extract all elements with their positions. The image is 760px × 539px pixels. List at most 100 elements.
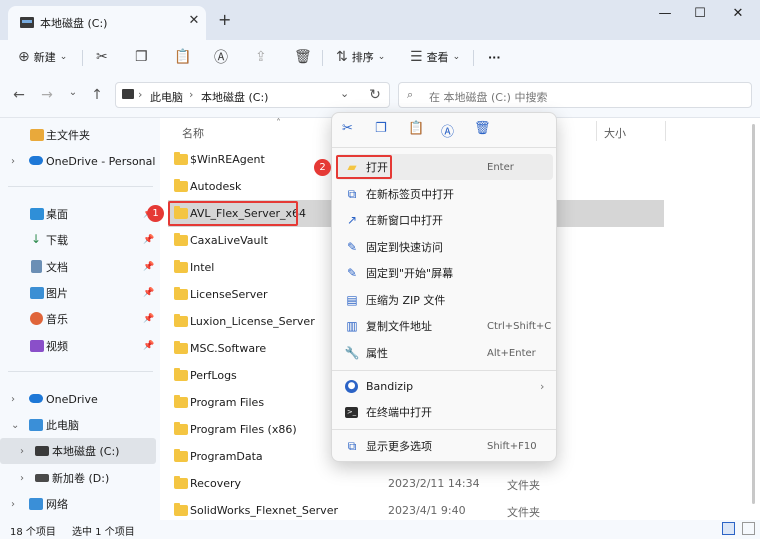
folder-icon — [174, 476, 188, 489]
file-name: Program Files — [190, 396, 265, 409]
file-name: ProgramData — [190, 450, 263, 463]
table-row[interactable]: Recovery 2023/2/11 14:34 文件夹 — [168, 470, 664, 497]
terminal-icon: >_ — [345, 406, 358, 418]
paste-icon[interactable]: 📋 — [408, 121, 424, 136]
menu-item-open-new-window[interactable]: ↗ 在新窗口中打开 — [336, 207, 553, 233]
menu-item-shortcut: Ctrl+Shift+C — [487, 320, 552, 332]
menu-item-open-new-tab[interactable]: ⧉ 在新标签页中打开 — [336, 181, 553, 207]
sidebar-item-onedrive-personal[interactable]: › OneDrive - Personal — [0, 148, 156, 174]
paste-button[interactable]: 📋 — [174, 47, 191, 67]
delete-button[interactable]: 🗑 — [294, 47, 312, 67]
search-input[interactable]: 在 本地磁盘 (C:) 中搜索 — [429, 89, 547, 105]
sidebar-item-label: OneDrive — [46, 392, 98, 406]
copy-path-icon: ▥ — [346, 319, 358, 333]
sidebar-item-label: 网络 — [46, 498, 68, 511]
menu-item-label: 固定到"开始"屏幕 — [366, 267, 454, 280]
view-label: 查看 — [426, 51, 449, 64]
search-box[interactable]: ⌕ 在 本地磁盘 (C:) 中搜索 — [398, 82, 752, 108]
menu-divider — [332, 429, 556, 430]
sidebar-item-downloads[interactable]: ↓ 下载 📌 — [0, 227, 156, 253]
new-tab-button[interactable]: + — [218, 10, 231, 29]
new-label: 新建 — [33, 51, 56, 64]
scrollbar[interactable] — [752, 124, 755, 504]
sidebar-item-music[interactable]: 音乐 📌 — [0, 306, 156, 332]
rename-button[interactable]: Ⓐ — [214, 47, 228, 67]
more-options-icon: ⧉ — [347, 438, 357, 453]
tab-close-button[interactable]: ✕ — [186, 13, 202, 28]
cut-button[interactable]: ✂ — [96, 47, 108, 67]
breadcrumb-this-pc[interactable]: 此电脑 — [150, 89, 183, 105]
sidebar-item-pictures[interactable]: 图片 📌 — [0, 280, 156, 306]
up-arrow-icon[interactable]: ↑ — [88, 87, 106, 103]
menu-item-open-terminal[interactable]: >_ 在终端中打开 — [336, 399, 553, 425]
folder-icon — [174, 449, 188, 462]
menu-item-copy-path[interactable]: ▥ 复制文件地址 Ctrl+Shift+C — [336, 313, 553, 339]
address-bar[interactable]: › 此电脑 › 本地磁盘 (C:) ⌄ — [115, 82, 390, 108]
copy-button[interactable]: ❐ — [135, 47, 148, 67]
menu-item-compress-zip[interactable]: ▤ 压缩为 ZIP 文件 — [336, 287, 553, 313]
maximize-button[interactable]: ☐ — [690, 6, 710, 21]
drive-icon — [35, 446, 49, 456]
navigation-pane: 主文件夹 › OneDrive - Personal 桌面 📌 ↓ 下载 📌 文… — [0, 118, 160, 520]
sidebar-item-home[interactable]: 主文件夹 — [0, 122, 156, 148]
refresh-icon[interactable]: ↻ — [366, 87, 384, 103]
forward-arrow-icon[interactable]: → — [38, 87, 56, 103]
sidebar-item-network[interactable]: › 网络 — [0, 491, 156, 517]
pin-icon: 📌 — [143, 235, 155, 245]
rename-icon[interactable]: Ⓐ — [441, 121, 454, 140]
new-button[interactable]: ⊕ 新建 ⌄ — [18, 47, 67, 67]
sidebar-item-desktop[interactable]: 桌面 📌 — [0, 201, 156, 227]
drive-icon — [20, 17, 34, 28]
sort-button[interactable]: ⇅ 排序 ⌄ — [336, 47, 385, 67]
menu-item-pin-quick-access[interactable]: ✎ 固定到快速访问 — [336, 234, 553, 260]
menu-item-show-more-options[interactable]: ⧉ 显示更多选项 Shift+F10 — [336, 433, 553, 459]
more-button[interactable]: ··· — [488, 47, 501, 67]
folder-icon — [174, 314, 188, 327]
delete-icon[interactable]: 🗑 — [474, 121, 491, 136]
sidebar-item-onedrive[interactable]: › OneDrive — [0, 386, 156, 412]
column-header-size[interactable]: 大小 — [604, 125, 626, 141]
sidebar-item-documents[interactable]: 文档 📌 — [0, 254, 156, 280]
menu-item-label: Bandizip — [366, 379, 414, 393]
file-type: 文件夹 — [507, 506, 540, 519]
file-name: Recovery — [190, 477, 242, 490]
cut-icon[interactable]: ✂ — [342, 121, 353, 136]
cloud-icon — [29, 394, 43, 403]
menu-item-properties[interactable]: 🔧 属性 Alt+Enter — [336, 340, 553, 366]
menu-item-shortcut: Alt+Enter — [487, 347, 536, 359]
tiles-view-icon[interactable] — [742, 522, 755, 535]
copy-icon[interactable]: ❐ — [375, 121, 387, 136]
menu-divider — [332, 370, 556, 371]
view-button[interactable]: ☰ 查看 ⌄ — [410, 47, 460, 67]
file-name: LicenseServer — [190, 288, 268, 301]
chevron-down-icon: ⌄ — [452, 52, 461, 62]
sidebar-item-this-pc[interactable]: ⌄ 此电脑 — [0, 412, 156, 438]
selection-count: 选中 1 个项目 — [72, 527, 135, 538]
close-button[interactable]: ✕ — [728, 6, 748, 21]
menu-item-label: 复制文件地址 — [366, 320, 432, 333]
details-view-icon[interactable] — [722, 522, 735, 535]
sidebar-item-local-disk-c[interactable]: › 本地磁盘 (C:) — [0, 438, 156, 464]
sidebar-item-label: 本地磁盘 (C:) — [52, 445, 120, 458]
tab-local-disk[interactable]: 本地磁盘 (C:) ✕ — [8, 6, 206, 40]
column-separator[interactable] — [665, 121, 666, 141]
file-name: SolidWorks_Flexnet_Server — [190, 504, 338, 517]
chevron-right-icon: › — [540, 379, 545, 393]
address-dropdown-icon[interactable]: ⌄ — [340, 87, 349, 100]
menu-item-pin-start[interactable]: ✎ 固定到"开始"屏幕 — [336, 260, 553, 286]
cloud-icon — [29, 156, 43, 165]
sidebar-item-volume-d[interactable]: › 新加卷 (D:) — [0, 465, 156, 491]
recent-chevron-icon[interactable]: ⌄ — [64, 87, 82, 98]
zip-icon: ▤ — [346, 293, 358, 307]
highlight-box — [336, 155, 392, 179]
menu-item-bandizip[interactable]: ● Bandizip › — [336, 373, 553, 399]
divider — [473, 50, 474, 66]
minimize-button[interactable]: — — [655, 6, 675, 21]
share-button[interactable]: ⇪ — [255, 47, 267, 67]
network-icon — [29, 498, 43, 510]
column-header-name[interactable]: 名称 — [182, 125, 204, 141]
column-separator[interactable] — [596, 121, 597, 141]
breadcrumb-local-disk[interactable]: 本地磁盘 (C:) — [201, 89, 268, 105]
sidebar-item-videos[interactable]: 视频 📌 — [0, 333, 156, 359]
back-arrow-icon[interactable]: ← — [10, 87, 28, 103]
